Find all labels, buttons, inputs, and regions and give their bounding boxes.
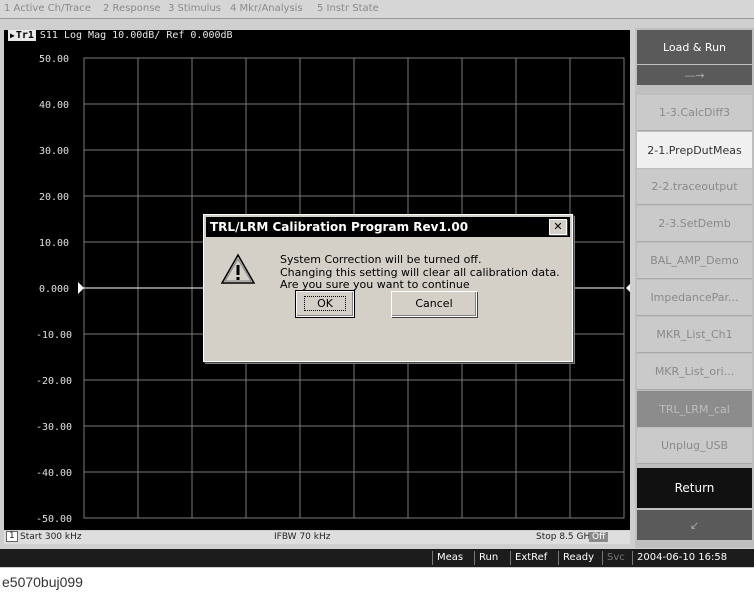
menu-item-stimulus[interactable]: 3 Stimulus [168,3,221,14]
ifbw-value[interactable]: IFBW 70 kHz [274,532,330,542]
softkey-2-1-prepdutmeas[interactable]: 2-1.PrepDutMeas [637,132,752,168]
menu-bar: 1 Active Ch/Trace 2 Response 3 Stimulus … [0,0,754,19]
ok-button[interactable]: OK [295,290,355,318]
menu-item-active-ch-trace[interactable]: 1 Active Ch/Trace [4,3,91,14]
softkey-2-2-traceoutput[interactable]: 2-2.traceoutput [637,169,752,205]
y-tick-label: -30.00 [36,422,72,433]
dialog-title-bar: TRL/LRM Calibration Program Rev1.00 ✕ [206,217,570,237]
y-tick-label: -50.00 [36,514,72,525]
y-tick-label: -20.00 [36,376,72,387]
y-tick-label: 40.00 [39,100,69,111]
softkey-2-3-setdemb[interactable]: 2-3.SetDemb [637,206,752,242]
y-tick-label: 50.00 [39,54,69,65]
ok-button-label: OK [304,296,346,311]
status-meas: Meas [432,551,467,565]
cancel-button[interactable]: Cancel [391,291,477,317]
menu-item-mkr-analysis[interactable]: 4 Mkr/Analysis [230,3,303,14]
menu-item-response[interactable]: 2 Response [103,3,161,14]
status-extref: ExtRef [510,551,551,565]
menu-item-instr-state[interactable]: 5 Instr State [317,3,379,14]
status-datetime: 2004-06-10 16:58 [632,551,731,565]
status-bar: Meas Run ExtRef Ready Svc 2004-06-10 16:… [0,549,754,567]
y-tick-label: 0.000 [39,284,69,295]
softkey-1-3-calcdiff3[interactable]: 1-3.CalcDiff3 [637,95,752,131]
y-tick-label: -10.00 [36,330,72,341]
softkey-bal-amp-demo[interactable]: BAL_AMP_Demo [637,243,752,279]
softkey-mkr-list-ch1[interactable]: MKR_List_Ch1 [637,317,752,353]
softkey-trl-lrm-cal[interactable]: TRL_LRM_cal [637,391,752,427]
dialog-message-line-1: System Correction will be turned off. [280,253,482,266]
off-badge: Off [589,532,609,542]
close-icon[interactable]: ✕ [549,219,567,235]
y-tick-label: 20.00 [39,192,69,203]
softkey-mkr-list-ori[interactable]: MKR_List_ori... [637,354,752,390]
channel-status-row: 1 Start 300 kHz IFBW 70 kHz Stop 8.5 GHz… [4,531,630,544]
status-run: Run [474,551,502,565]
dialog-title: TRL/LRM Calibration Program Rev1.00 [210,220,469,234]
softkey-panel: Load & Run —→ 1-3.CalcDiff3 2-1.PrepDutM… [635,28,754,548]
status-svc: Svc [602,551,629,565]
start-frequency[interactable]: Start 300 kHz [20,532,82,542]
warning-icon [220,253,256,289]
y-tick-label: -40.00 [36,468,72,479]
reference-level-marker[interactable] [78,282,84,294]
figure-caption: e5070buj099 [2,574,83,590]
analyzer-screen: 1 Active Ch/Trace 2 Response 3 Stimulus … [0,0,754,568]
reference-level-marker-right[interactable] [626,282,630,294]
softkey-impedancepar[interactable]: ImpedancePar... [637,280,752,316]
softkey-scroll-up-arrow[interactable]: —→ [637,65,752,85]
dialog-message-line-3: Are you sure you want to continue [280,278,470,291]
confirm-dialog: TRL/LRM Calibration Program Rev1.00 ✕ Sy… [203,214,573,362]
softkey-load-run[interactable]: Load & Run [637,30,752,64]
softkey-return[interactable]: Return [637,468,752,508]
stop-frequency[interactable]: Stop 8.5 GHz [536,532,595,542]
y-tick-label: 30.00 [39,146,69,157]
status-ready: Ready [558,551,598,565]
channel-number: 1 [6,531,18,542]
softkey-scroll-down-arrow[interactable]: ↙ [637,510,752,540]
softkey-unplug-usb[interactable]: Unplug_USB [637,428,752,464]
y-tick-label: 10.00 [39,238,69,249]
